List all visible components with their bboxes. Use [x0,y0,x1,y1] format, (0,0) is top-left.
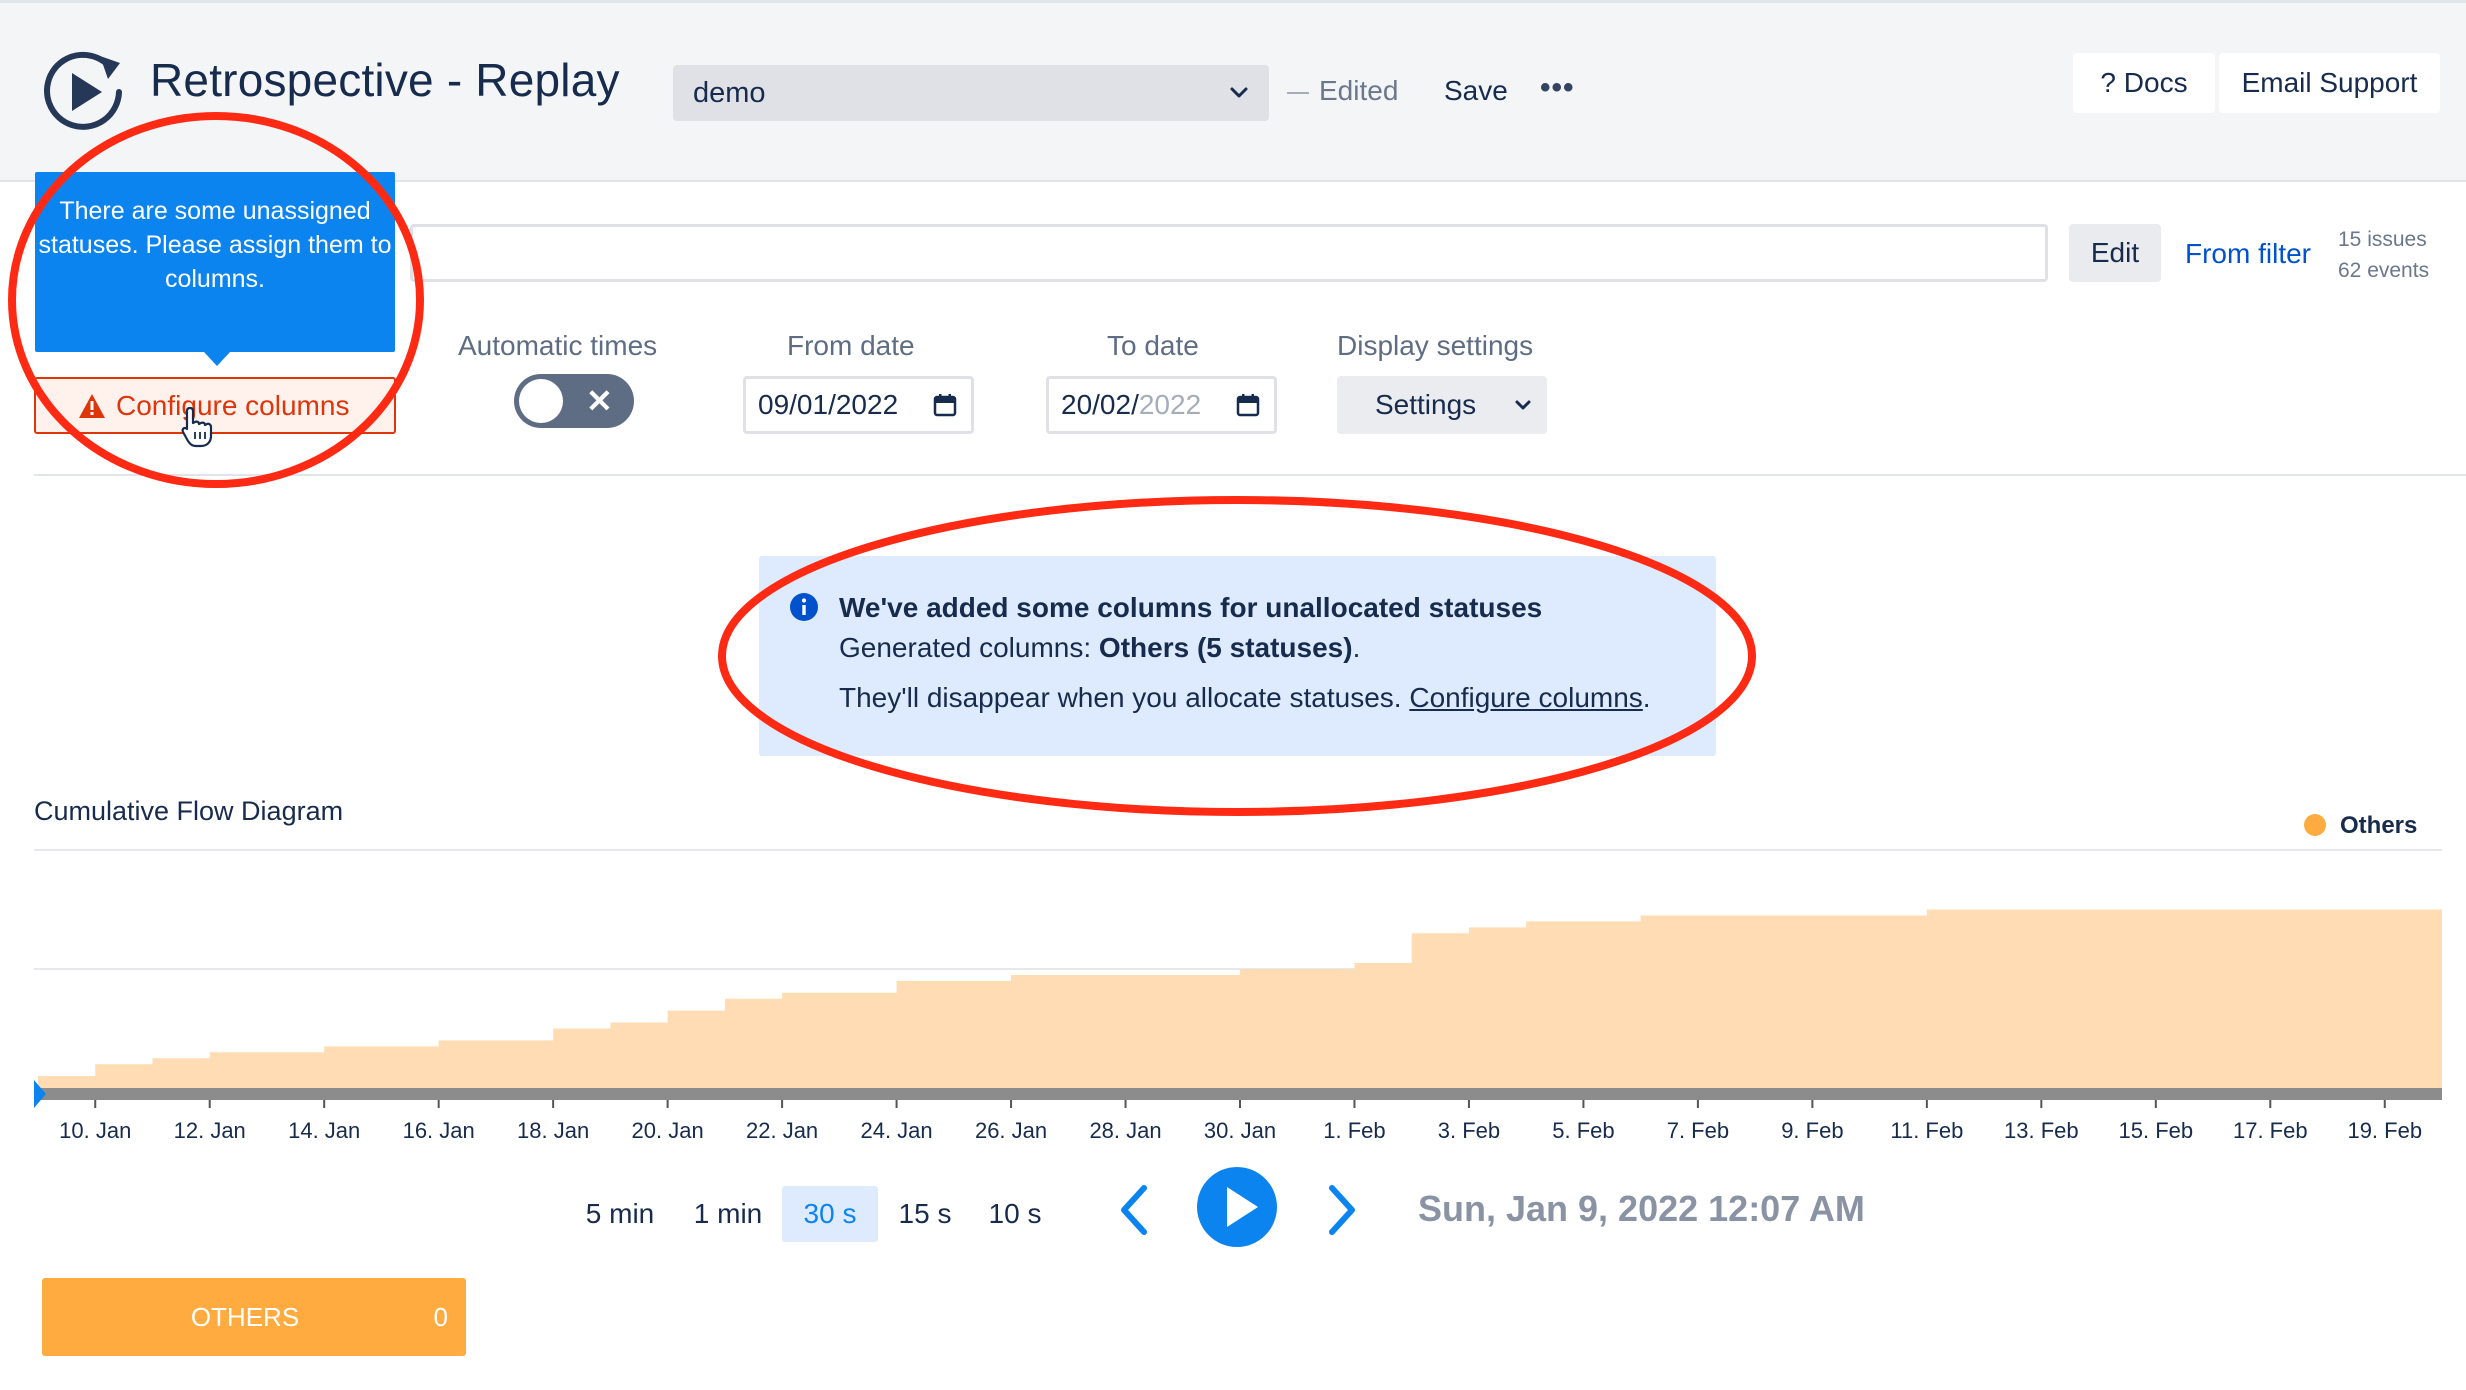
x-axis-line [34,1088,2442,1100]
x-tick-label: 19. Feb [2347,1118,2422,1140]
info-note-prefix: They'll disappear when you allocate stat… [839,682,1410,713]
x-tick-label: 26. Jan [975,1118,1047,1140]
info-title: We've added some columns for unallocated… [839,592,1543,623]
replay-datetime: Sun, Jan 9, 2022 12:07 AM [1418,1188,1865,1229]
x-tick-label: 28. Jan [1089,1118,1161,1140]
info-generated-bold: Others (5 statuses) [1098,632,1353,663]
speed-option-1min[interactable]: 1 min [684,1186,772,1242]
email-support-button[interactable]: Email Support [2219,53,2440,113]
automatic-times-label: Automatic times [458,330,658,361]
chevron-down-icon [1230,87,1248,98]
to-date-label: To date [1107,330,1199,361]
unallocated-statuses-info-panel: We've added some columns for unallocated… [759,556,1716,756]
header-bar: Retrospective - Replay demo Edited Save … [0,0,2466,182]
section-divider [34,474,2466,476]
settings-dropdown[interactable]: Settings [1337,376,1547,434]
info-icon [790,593,818,621]
tooltip-arrow [204,352,230,366]
info-note-suffix: . [1642,682,1651,713]
warning-icon [79,394,105,418]
to-date-input[interactable]: 20/02/2022 [1046,376,1277,434]
display-settings-label: Display settings [1337,330,1534,361]
calendar-icon [933,394,957,417]
filter-query-input[interactable] [410,224,2048,282]
issue-event-counts: 15 issues 62 events [2338,224,2429,286]
from-filter-link[interactable]: From filter [2185,238,2311,270]
x-tick-label: 16. Jan [403,1118,475,1140]
x-tick-label: 9. Feb [1781,1118,1843,1140]
more-options-icon[interactable]: ••• [1540,71,1575,105]
x-tick-label: 5. Feb [1552,1118,1614,1140]
x-tick-label: 15. Feb [2119,1118,2194,1140]
to-date-year: 2022 [1138,389,1202,420]
x-tick-label: 10. Jan [59,1118,131,1140]
legend-others-label: Others [2340,812,2418,839]
to-date-day-month: 20/02/ [1061,389,1139,420]
edited-label: Edited [1319,75,1399,106]
preset-select-value: demo [693,77,766,109]
calendar-icon [1236,394,1260,417]
configure-columns-link[interactable]: Configure columns [1409,682,1642,713]
preset-select[interactable]: demo [673,65,1269,121]
chart-legend[interactable]: Others [2304,812,2417,840]
from-date-input[interactable]: 09/01/2022 [743,376,974,434]
app-title: Retrospective - Replay [150,54,620,106]
configure-columns-button[interactable]: Configure columns [34,377,396,434]
x-tick-label: 30. Jan [1204,1118,1276,1140]
x-tick-label: 1. Feb [1323,1118,1385,1140]
speed-option-15s[interactable]: 15 s [890,1186,960,1242]
edited-dash [1287,91,1309,94]
x-tick-label: 24. Jan [860,1118,932,1140]
x-tick-label: 13. Feb [2004,1118,2079,1140]
play-icon[interactable] [1196,1166,1278,1248]
issues-count: 15 issues [2338,228,2427,251]
info-generated-prefix: Generated columns: [839,632,1099,663]
info-generated-suffix: . [1352,632,1361,663]
legend-others-dot [2304,814,2326,836]
column-name: OTHERS [190,1302,300,1332]
step-forward-icon[interactable] [1324,1182,1360,1238]
x-tick-label: 12. Jan [174,1118,246,1140]
board-column-others[interactable]: OTHERS 0 [42,1278,466,1356]
save-button[interactable]: Save [1444,75,1508,107]
edit-filter-button[interactable]: Edit [2069,224,2161,282]
x-tick-label: 3. Feb [1438,1118,1500,1140]
x-tick-label: 17. Feb [2233,1118,2308,1140]
chevron-down-icon [1515,400,1531,410]
from-date-value: 09/01/2022 [758,389,899,420]
speed-option-30s[interactable]: 30 s [782,1186,878,1242]
toggle-knob [519,379,563,423]
configure-columns-label: Configure columns [116,390,350,421]
docs-button[interactable]: ? Docs [2073,53,2215,113]
from-date-label: From date [787,330,915,361]
edited-status: Edited [1287,75,1398,107]
x-tick-label: 7. Feb [1667,1118,1729,1140]
replay-logo-icon [44,51,122,130]
speed-option-10s[interactable]: 10 s [980,1186,1050,1242]
x-tick-label: 14. Jan [288,1118,360,1140]
settings-label: Settings [1375,389,1477,420]
automatic-times-toggle[interactable]: ✕ [514,374,634,428]
x-tick-label: 18. Jan [517,1118,589,1140]
series-area-others [38,909,2442,1088]
x-tick-label: 20. Jan [632,1118,704,1140]
events-count: 62 events [2338,259,2430,282]
step-back-icon[interactable] [1116,1182,1152,1238]
toggle-off-icon: ✕ [586,383,613,419]
cumulative-flow-chart: 10. Jan 12. Jan 14. Jan 16. Jan 18. Jan 20. J… [34,849,2442,1140]
info-note: They'll disappear when you allocate stat… [839,682,1651,714]
info-generated-columns: Generated columns: Others (5 statuses). [839,632,1360,664]
hand-cursor-icon [181,406,213,448]
x-tick-label: 11. Feb [1890,1118,1963,1140]
speed-option-5min[interactable]: 5 min [574,1186,666,1242]
x-tick-label: 22. Jan [746,1118,818,1140]
chart-title: Cumulative Flow Diagram [34,796,344,826]
column-count: 0 [433,1302,448,1332]
unassigned-statuses-tooltip: There are some unassigned statuses. Plea… [35,172,395,352]
